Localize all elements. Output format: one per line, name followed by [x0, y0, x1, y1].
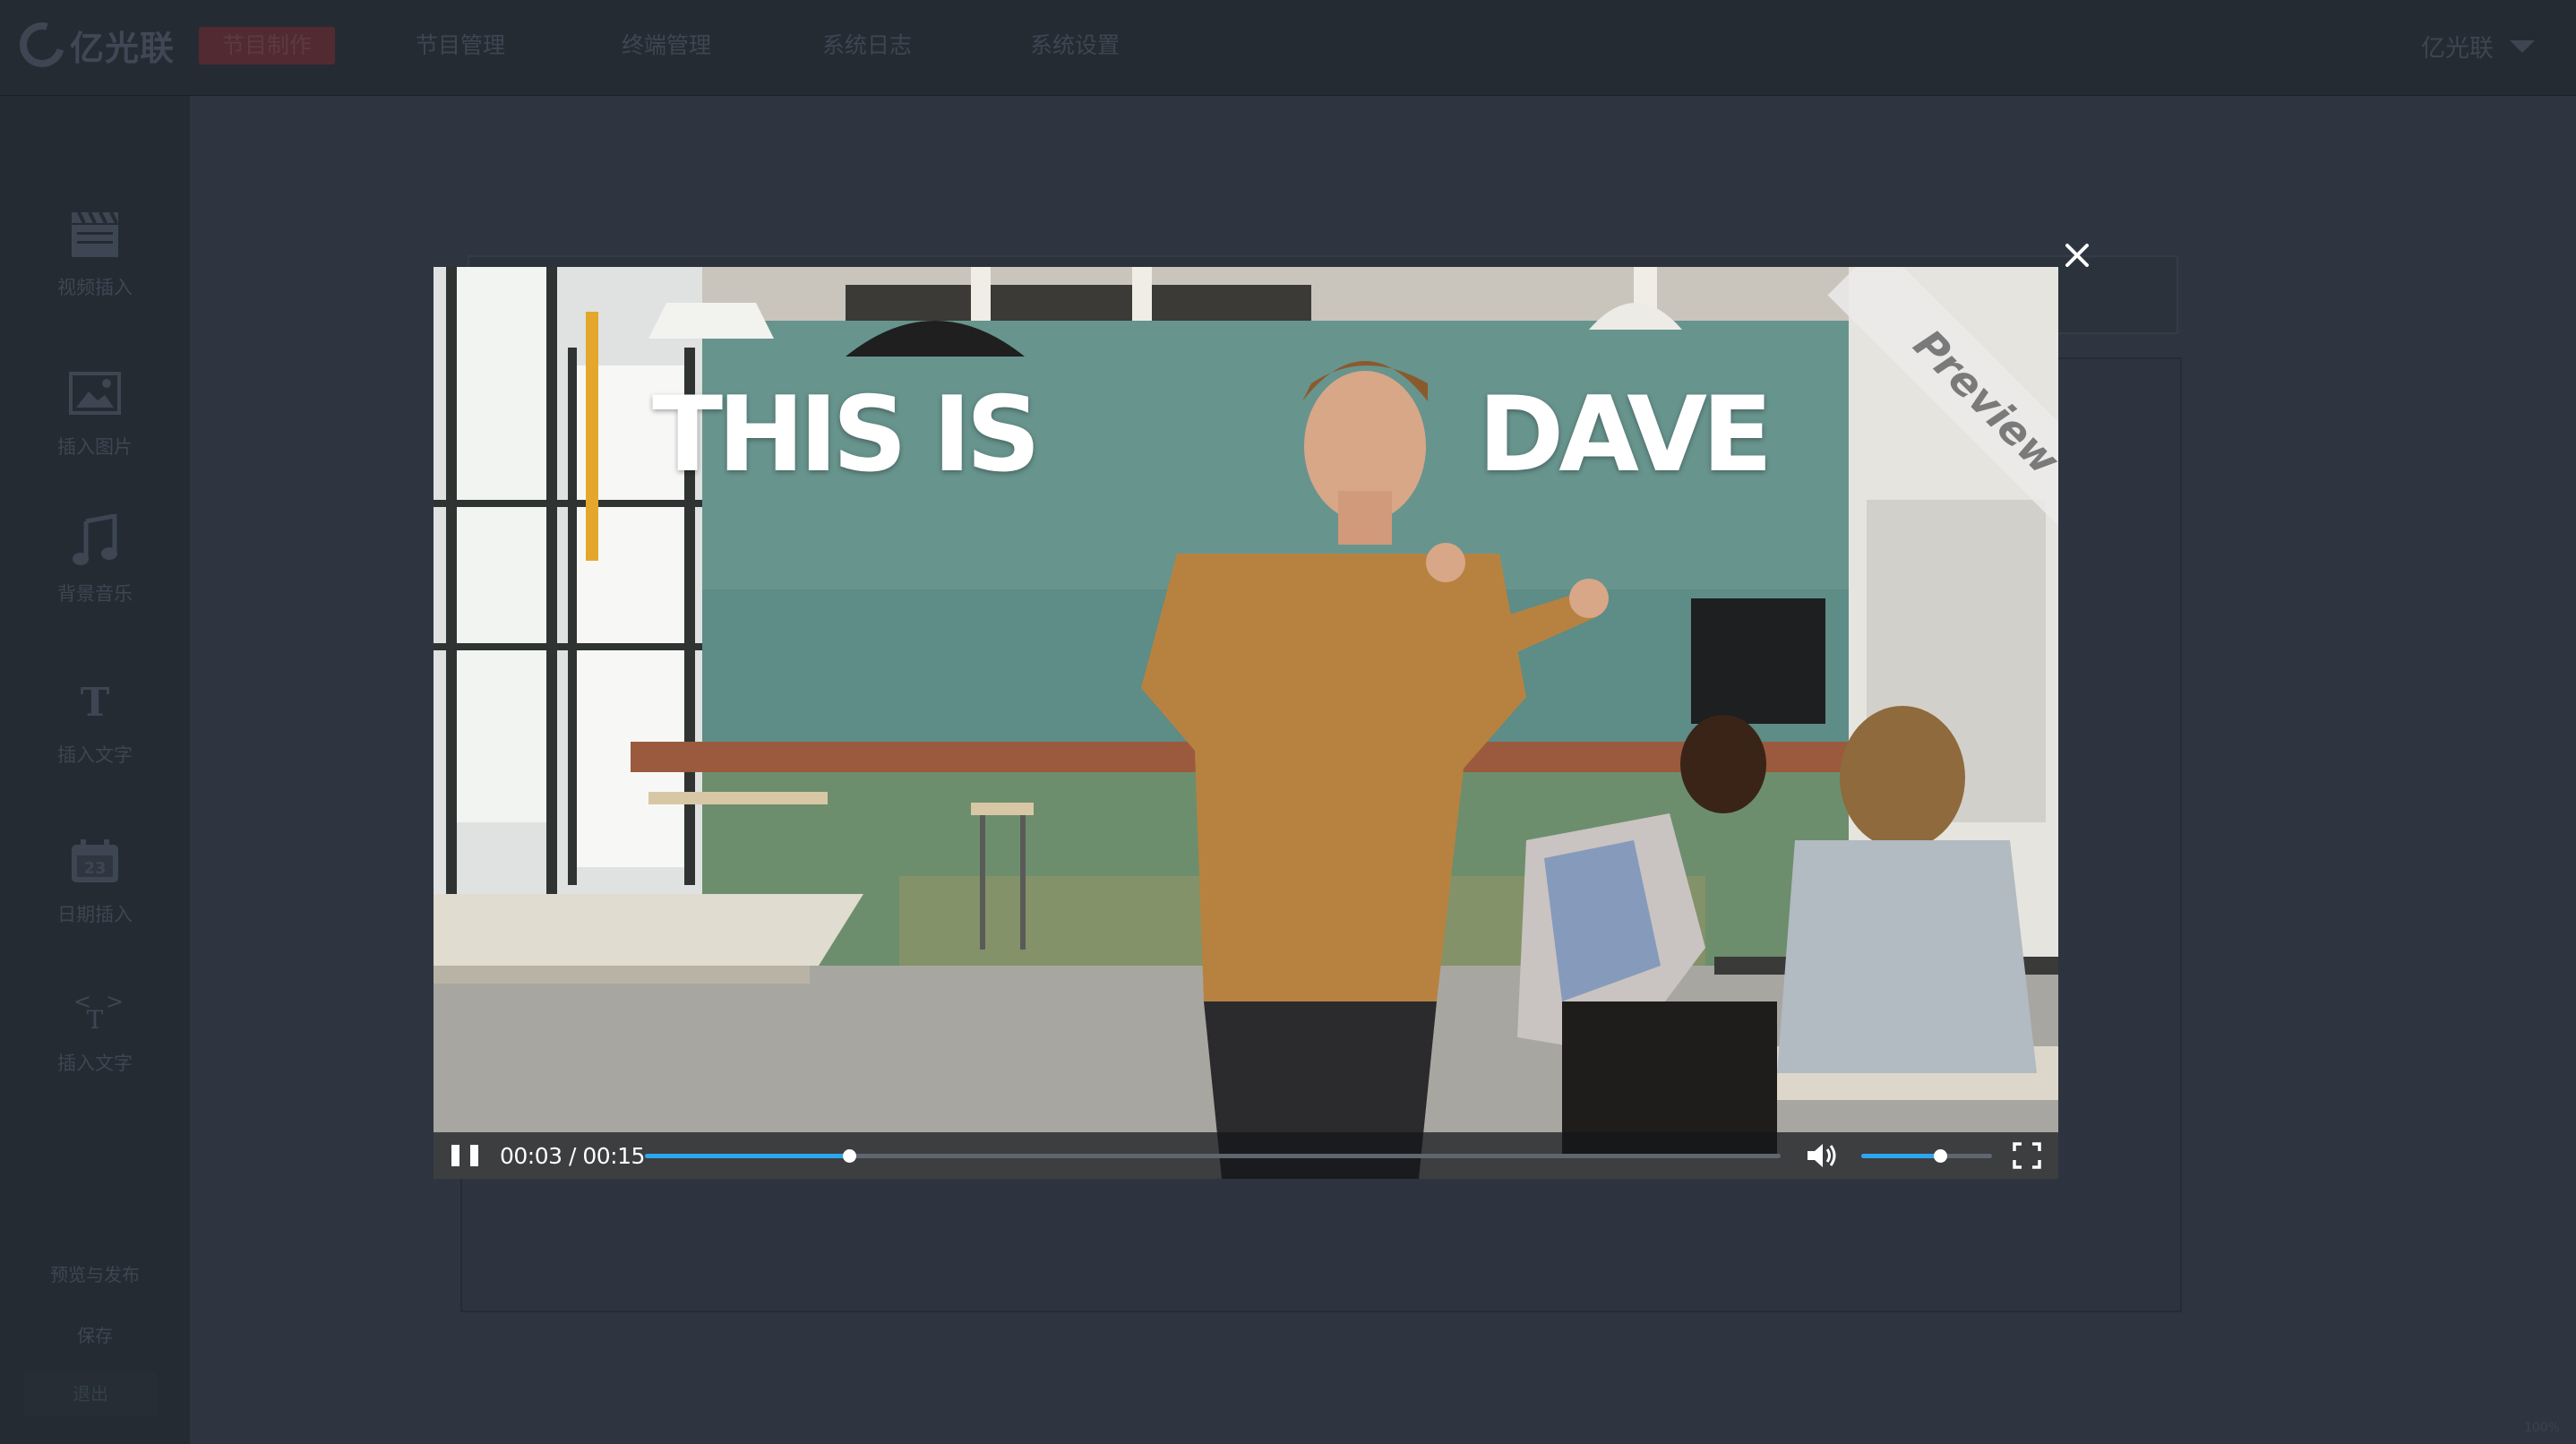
pause-button[interactable]	[451, 1142, 478, 1169]
code-text-icon: < > T	[0, 977, 190, 1042]
nav-item-system-settings[interactable]: 系统设置	[1007, 27, 1143, 64]
tool-label: 背景音乐	[57, 583, 133, 605]
user-name: 亿光联	[2421, 35, 2494, 63]
seek-bar[interactable]	[645, 1149, 1781, 1163]
music-note-icon	[0, 508, 190, 572]
zoom-indicator[interactable]: 100%	[2524, 1421, 2560, 1435]
volume-fill	[1861, 1154, 1940, 1158]
tool-insert-video[interactable]: 视频插入	[0, 202, 190, 300]
seek-handle[interactable]	[843, 1149, 857, 1163]
pause-bar-icon	[470, 1145, 478, 1166]
text-icon: T	[0, 669, 190, 734]
nav-item-system-log[interactable]: 系统日志	[799, 27, 935, 64]
svg-text:T: T	[87, 1005, 104, 1032]
fullscreen-button[interactable]	[2012, 1141, 2042, 1170]
nav-item-terminal-management[interactable]: 终端管理	[598, 27, 734, 64]
tool-label: 插入文字	[57, 1053, 133, 1074]
tool-insert-date[interactable]: 23 日期插入	[0, 829, 190, 927]
volume-button[interactable]	[1806, 1141, 1838, 1170]
svg-text:>: >	[106, 989, 124, 1014]
svg-text:T: T	[81, 682, 110, 721]
watermark-text: Preview	[1904, 320, 2058, 485]
tool-label: 日期插入	[57, 904, 133, 925]
tool-sidebar: 视频插入 插入图片 背景音乐 T 插入文字 23 日期插入 < > T 插入文字…	[0, 96, 190, 1444]
preview-publish-button[interactable]: 预览与发布	[0, 1260, 190, 1286]
save-button[interactable]: 保存	[0, 1321, 190, 1347]
image-icon	[0, 361, 190, 425]
tool-label: 视频插入	[57, 277, 133, 298]
exit-button[interactable]: 退出	[23, 1372, 158, 1415]
app-logo[interactable]: 亿光联	[11, 13, 176, 76]
video-title-left: THIS IS	[652, 374, 1041, 495]
pause-bar-icon	[451, 1145, 459, 1166]
clapperboard-icon	[0, 202, 190, 266]
tool-insert-image[interactable]: 插入图片	[0, 361, 190, 460]
fullscreen-icon	[2013, 1142, 2041, 1169]
logo-mark-icon	[11, 13, 73, 76]
user-menu[interactable]: 亿光联	[2421, 29, 2535, 64]
tool-insert-text[interactable]: T 插入文字	[0, 669, 190, 768]
close-preview-button[interactable]	[2062, 240, 2092, 271]
top-nav-bar: 亿光联 节目制作 节目管理 终端管理 系统日志 系统设置 亿光联	[0, 0, 2576, 96]
video-controls: 00:03 / 00:15	[434, 1132, 2058, 1179]
video-title-right: DAVE	[1478, 374, 1773, 495]
chevron-down-icon	[2510, 39, 2535, 53]
preview-watermark: Preview	[1772, 267, 2058, 554]
nav-item-program-management[interactable]: 节目管理	[392, 27, 528, 64]
calendar-day: 23	[83, 859, 106, 878]
speaker-icon	[1807, 1144, 1836, 1167]
close-icon	[2065, 244, 2089, 267]
tool-insert-code-text[interactable]: < > T 插入文字	[0, 977, 190, 1076]
tool-background-music[interactable]: 背景音乐	[0, 508, 190, 606]
volume-slider[interactable]	[1861, 1149, 1992, 1163]
calendar-icon: 23	[0, 829, 190, 893]
video-player[interactable]: THIS IS DAVE Preview 00:03 / 00:15	[434, 267, 2058, 1179]
logo-text: 亿光联	[70, 28, 176, 68]
nav-item-program-production[interactable]: 节目制作	[199, 27, 336, 64]
tool-label: 插入图片	[57, 436, 133, 458]
volume-handle[interactable]	[1933, 1149, 1947, 1163]
title-accent-bar	[586, 312, 598, 561]
time-display: 00:03 / 00:15	[500, 1142, 645, 1169]
seek-bar-fill	[645, 1154, 850, 1158]
tool-label: 插入文字	[57, 744, 133, 766]
